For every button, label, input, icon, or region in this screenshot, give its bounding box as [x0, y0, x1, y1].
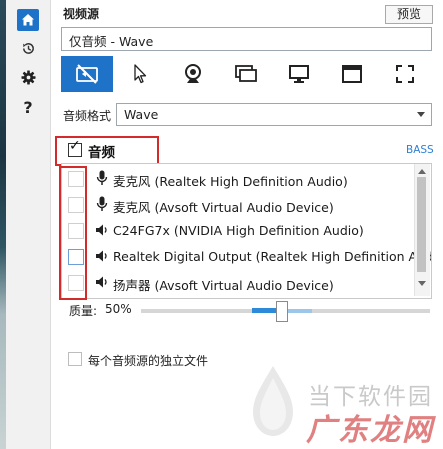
scroll-down-arrow-icon[interactable] — [418, 281, 426, 286]
scroll-up-arrow-icon[interactable] — [418, 169, 426, 174]
sidebar-item-home[interactable] — [17, 9, 39, 31]
mode-fullscreen-button[interactable] — [379, 56, 431, 92]
home-icon — [22, 14, 34, 26]
speaker-icon — [96, 250, 107, 262]
mode-audio-only-button[interactable] — [61, 56, 113, 92]
watermark-logo-icon — [253, 366, 293, 436]
bass-link[interactable]: BASS — [406, 144, 434, 156]
speaker-icon — [96, 224, 107, 236]
window-icon — [342, 65, 362, 83]
watermark-bottom-text: 广东龙网 — [306, 413, 434, 448]
help-icon: ? — [23, 97, 33, 117]
chevron-down-icon — [417, 112, 425, 117]
sidebar: ? — [6, 0, 51, 449]
device-label: 麦克风 (Realtek High Definition Audio) — [113, 174, 348, 189]
quality-slider-fill-light — [288, 309, 312, 313]
cursor-icon — [134, 64, 147, 84]
sidebar-item-history[interactable] — [17, 37, 39, 59]
sidebar-item-help[interactable]: ? — [17, 96, 39, 118]
source-select[interactable]: 仅音频 - Wave — [61, 27, 432, 51]
mode-monitor-button[interactable] — [273, 56, 325, 92]
quality-slider-thumb[interactable] — [276, 301, 288, 322]
fullscreen-icon — [396, 65, 414, 83]
mode-webcam-button[interactable] — [167, 56, 219, 92]
mode-screen-region-button[interactable] — [220, 56, 272, 92]
device-label: C24FG7x (NVIDIA High Definition Audio) — [113, 223, 364, 238]
microphone-icon — [96, 170, 108, 185]
list-item[interactable]: Realtek Digital Output (Realtek High Def… — [62, 244, 431, 270]
list-item[interactable]: 麦克风 (Realtek High Definition Audio) — [62, 166, 414, 192]
checkbox-column-highlight — [59, 166, 87, 300]
mode-cursor-button[interactable] — [114, 56, 166, 92]
audio-section-title: 音频 — [88, 145, 115, 161]
device-label: 扬声器 (Avsoft Virtual Audio Device) — [113, 278, 334, 293]
quality-value: 50% — [105, 302, 132, 316]
panel-title: 视频源 — [63, 7, 100, 21]
sidebar-item-settings[interactable] — [17, 66, 39, 88]
screen-region-icon — [235, 65, 257, 82]
separate-files-label: 每个音频源的独立文件 — [88, 354, 209, 368]
history-icon — [22, 42, 34, 54]
webcam-icon — [185, 64, 201, 83]
mode-window-button[interactable] — [326, 56, 378, 92]
checkmark-icon: ✓ — [69, 138, 81, 154]
quality-label: 质量: — [69, 304, 98, 318]
device-label: 麦克风 (Avsoft Virtual Audio Device) — [113, 200, 334, 215]
separate-files-checkbox[interactable] — [68, 352, 82, 366]
gear-icon — [20, 69, 36, 85]
microphone-icon — [96, 196, 108, 211]
audio-format-value: Wave — [124, 107, 159, 122]
list-item[interactable]: 扬声器 (Avsoft Virtual Audio Device) — [62, 270, 414, 296]
monitor-icon — [289, 65, 309, 83]
speaker-icon — [96, 276, 107, 288]
source-select-value: 仅音频 - Wave — [69, 34, 154, 49]
list-item[interactable]: 麦克风 (Avsoft Virtual Audio Device) — [62, 192, 414, 218]
capture-mode-toolbar — [61, 56, 431, 92]
audio-format-select[interactable]: Wave — [116, 103, 432, 126]
list-item[interactable]: C24FG7x (NVIDIA High Definition Audio) — [62, 218, 414, 244]
device-label: Realtek Digital Output (Realtek High Def… — [113, 249, 432, 264]
audio-device-list[interactable]: 麦克风 (Realtek High Definition Audio) 麦克风 … — [61, 163, 432, 299]
audio-format-label: 音频格式 — [63, 109, 112, 123]
scrollbar-thumb[interactable] — [417, 177, 426, 272]
preview-button[interactable]: 预览 — [385, 5, 433, 24]
camera-off-icon — [76, 64, 98, 84]
